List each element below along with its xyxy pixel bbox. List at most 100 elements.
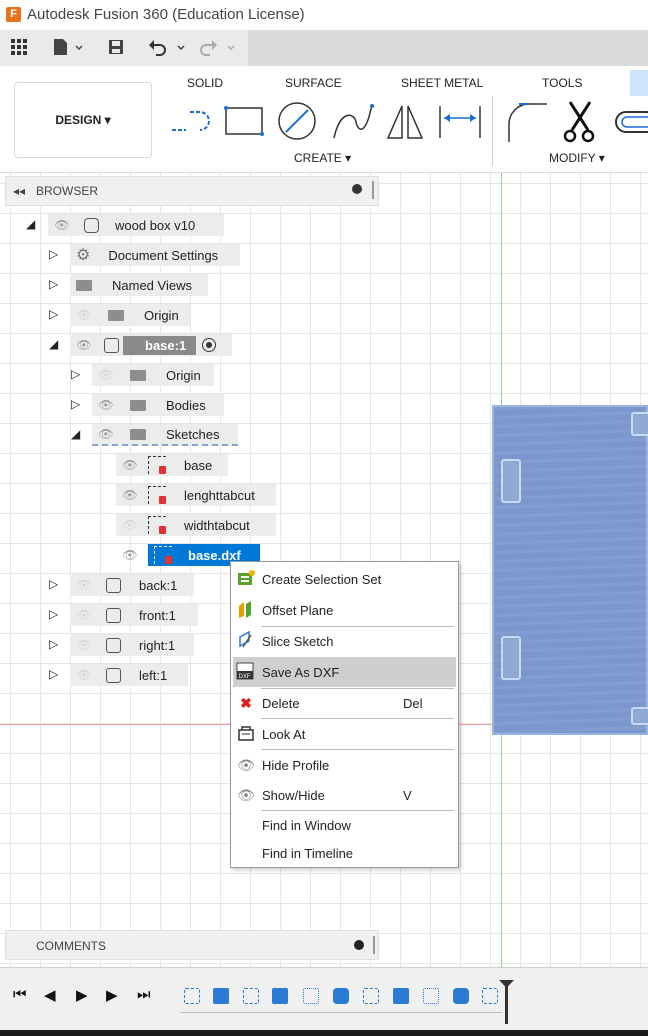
menu-item-slice-sketch[interactable]: Slice Sketch	[233, 626, 456, 656]
timeline-pattern-icon[interactable]	[303, 988, 319, 1004]
play-icon[interactable]: ▶	[76, 986, 88, 1004]
tree-item-origin[interactable]: 👁 Origin	[70, 304, 190, 326]
expand-triangle-icon[interactable]: ▷	[71, 397, 80, 411]
expand-triangle-icon[interactable]: ▷	[49, 247, 58, 261]
undo-icon[interactable]	[148, 38, 188, 56]
menu-item-show-hide[interactable]: 👁 Show/Hide V	[233, 780, 456, 810]
eye-hidden-icon[interactable]: 👁	[76, 578, 92, 592]
wood-board-body[interactable]	[492, 405, 648, 735]
menu-item-offset-plane[interactable]: Offset Plane	[233, 595, 456, 625]
timeline-sketch-icon[interactable]	[184, 988, 200, 1004]
circle-icon[interactable]	[276, 100, 320, 142]
offset-icon[interactable]	[612, 106, 648, 136]
eye-icon[interactable]: 👁	[98, 427, 114, 441]
timeline-extrude-icon[interactable]	[213, 988, 229, 1004]
tree-label: right:1	[139, 637, 176, 653]
tree-item-named-views[interactable]: Named Views	[70, 274, 208, 296]
fillet-icon[interactable]	[505, 100, 551, 144]
tab-tools[interactable]: TOOLS	[542, 76, 582, 90]
tree-item-front[interactable]: 👁 front:1	[70, 604, 198, 626]
eye-hidden-icon[interactable]: 👁	[98, 368, 114, 382]
tab-surface[interactable]: SURFACE	[285, 76, 342, 90]
step-forward-icon[interactable]: ▶	[106, 986, 118, 1004]
tree-item-sketches[interactable]: 👁 Sketches	[92, 424, 238, 446]
eye-icon[interactable]: 👁	[76, 338, 92, 352]
tree-item-base-component[interactable]: 👁 base:1	[70, 334, 232, 356]
comments-pane[interactable]: COMMENTS	[5, 930, 379, 960]
modify-dropdown[interactable]: MODIFY ▾	[549, 151, 605, 165]
tree-item-left[interactable]: 👁 left:1	[70, 664, 188, 686]
expand-triangle-icon[interactable]: ▷	[49, 607, 58, 621]
rectangle-icon[interactable]	[222, 104, 266, 140]
timeline-sketch-icon[interactable]	[482, 988, 498, 1004]
pane-pin-icon[interactable]	[352, 184, 362, 194]
file-icon[interactable]	[52, 38, 84, 56]
add-comment-icon[interactable]	[354, 940, 364, 950]
collapse-icon[interactable]: ◂◂	[13, 184, 25, 198]
browser-header[interactable]: ◂◂ BROWSER	[5, 176, 379, 206]
eye-hidden-icon[interactable]: 👁	[122, 518, 138, 532]
expand-triangle-icon[interactable]: ▷	[49, 307, 58, 321]
eye-icon[interactable]: 👁	[122, 488, 138, 502]
tree-item-right[interactable]: 👁 right:1	[70, 634, 194, 656]
activate-radio-icon[interactable]	[202, 338, 217, 352]
tree-item-sketch-base[interactable]: 👁 base	[116, 454, 228, 476]
pane-resize-handle[interactable]	[373, 936, 375, 954]
timeline-component-icon[interactable]	[453, 988, 469, 1004]
timeline-marker[interactable]	[505, 982, 508, 1024]
collapse-triangle-icon[interactable]: ◢	[26, 217, 35, 231]
eye-icon[interactable]: 👁	[98, 398, 114, 412]
save-icon[interactable]	[108, 39, 124, 55]
menu-item-find-in-window[interactable]: Find in Window	[233, 810, 456, 840]
eye-hidden-icon[interactable]: 👁	[76, 668, 92, 682]
skip-start-icon[interactable]: ⏮	[13, 986, 27, 1003]
eye-icon[interactable]: 👁	[122, 458, 138, 472]
tree-item-document-settings[interactable]: ⚙ Document Settings	[70, 244, 240, 266]
expand-triangle-icon[interactable]: ▷	[71, 367, 80, 381]
tree-item-back[interactable]: 👁 back:1	[70, 574, 194, 596]
tree-item-sketch-widthtabcut[interactable]: 👁 widthtabcut	[116, 514, 276, 536]
create-dropdown[interactable]: CREATE ▾	[294, 151, 351, 165]
timeline-extrude-icon[interactable]	[393, 988, 409, 1004]
menu-item-look-at[interactable]: Look At	[233, 719, 456, 749]
tree-item-origin-sub[interactable]: 👁 Origin	[92, 364, 214, 386]
skip-end-icon[interactable]: ⏭	[137, 986, 151, 1003]
menu-item-create-selection-set[interactable]: Create Selection Set	[233, 564, 456, 594]
tree-label: base	[184, 457, 213, 473]
step-back-icon[interactable]: ◀	[44, 986, 56, 1004]
expand-triangle-icon[interactable]: ▷	[49, 637, 58, 651]
timeline-component-icon[interactable]	[333, 988, 349, 1004]
tree-item-sketch-lenghttabcut[interactable]: 👁 lenghttabcut	[116, 484, 276, 506]
menu-item-save-as-dxf[interactable]: DXF Save As DXF	[233, 657, 456, 687]
workspace-dropdown[interactable]: DESIGN ▾	[14, 82, 152, 158]
eye-hidden-icon[interactable]: 👁	[76, 638, 92, 652]
timeline-extrude-icon[interactable]	[272, 988, 288, 1004]
menu-item-find-in-timeline[interactable]: Find in Timeline	[233, 838, 456, 868]
expand-triangle-icon[interactable]: ▷	[49, 577, 58, 591]
mirror-icon[interactable]	[384, 100, 428, 142]
pane-resize-handle[interactable]	[372, 181, 374, 199]
eye-icon[interactable]: 👁	[54, 218, 70, 232]
eye-hidden-icon[interactable]: 👁	[76, 308, 92, 322]
expand-triangle-icon[interactable]: ▷	[49, 667, 58, 681]
timeline-pattern-icon[interactable]	[423, 988, 439, 1004]
tab-sheet-metal[interactable]: SHEET METAL	[401, 76, 483, 90]
redo-icon[interactable]	[200, 38, 240, 56]
expand-triangle-icon[interactable]: ▷	[49, 277, 58, 291]
eye-icon[interactable]: 👁	[122, 548, 138, 562]
tree-item-root[interactable]: 👁 wood box v10	[48, 214, 224, 236]
scissors-icon[interactable]	[560, 100, 600, 144]
menu-item-delete[interactable]: ✖ Delete Del	[233, 688, 456, 718]
spline-icon[interactable]	[330, 100, 376, 142]
line-icon[interactable]	[170, 104, 210, 140]
tree-item-bodies[interactable]: 👁 Bodies	[92, 394, 224, 416]
collapse-triangle-icon[interactable]: ◢	[71, 427, 80, 441]
timeline-sketch-icon[interactable]	[243, 988, 259, 1004]
collapse-triangle-icon[interactable]: ◢	[49, 337, 58, 351]
timeline-sketch-icon[interactable]	[363, 988, 379, 1004]
grid-icon[interactable]	[11, 39, 27, 55]
menu-item-hide-profile[interactable]: 👁 Hide Profile	[233, 750, 456, 780]
eye-hidden-icon[interactable]: 👁	[76, 608, 92, 622]
dimension-icon[interactable]	[436, 104, 484, 140]
tab-solid[interactable]: SOLID	[187, 76, 223, 90]
